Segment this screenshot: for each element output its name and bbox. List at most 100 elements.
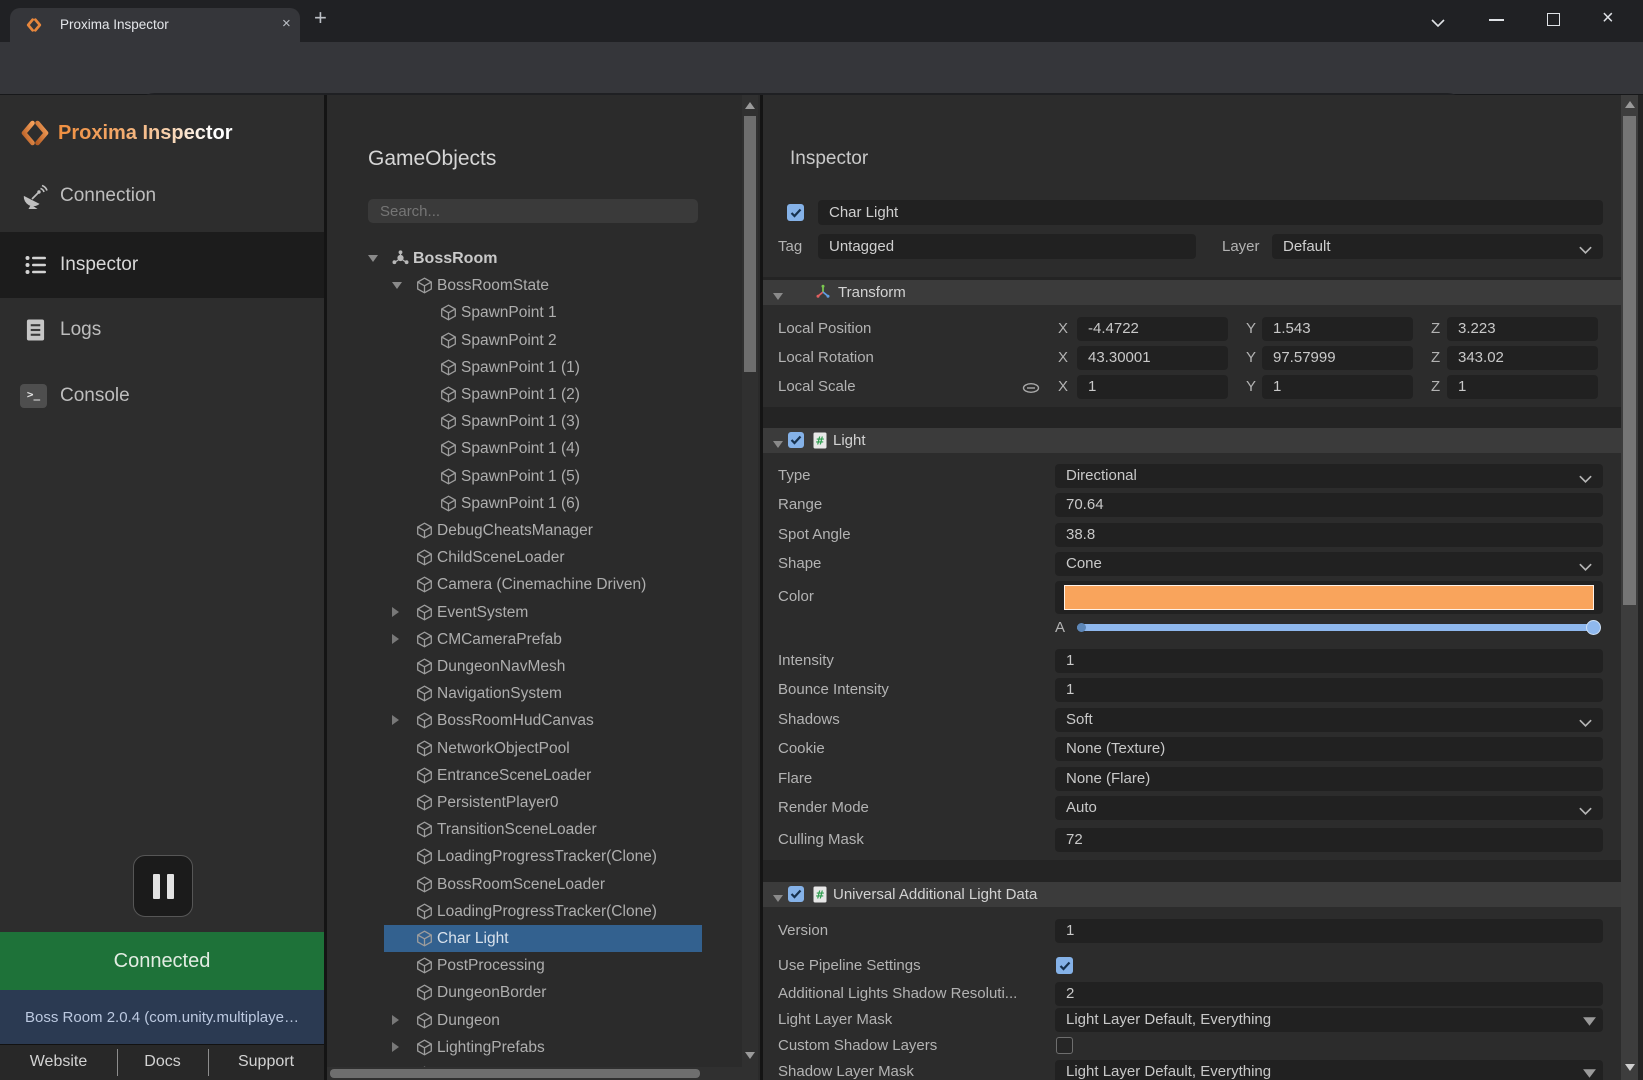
type-dropdown[interactable]: Directional [1055,464,1603,488]
tree-item-spawnpoint-2[interactable]: SpawnPoint 2 [327,327,760,354]
tree-item-char-light[interactable]: Char Light [327,925,760,952]
alpha-slider-thumb[interactable] [1586,620,1601,635]
tree-item-debugcheatsmanager[interactable]: DebugCheatsManager [327,517,760,544]
tree-item-dungeonborder[interactable]: DungeonBorder [327,979,760,1006]
collapse-arrow-icon[interactable] [368,255,378,262]
tree-item-dungeonnavmesh[interactable]: DungeonNavMesh [327,653,760,680]
tree-item-transitionsceneloader[interactable]: TransitionSceneLoader [327,816,760,843]
tab-close-icon[interactable]: × [282,15,291,32]
local-scale-x-input[interactable]: 1 [1077,375,1228,399]
custom-shadow-layers-checkbox[interactable] [1056,1037,1073,1054]
range-field[interactable]: 70.64 [1055,493,1603,517]
tree-item-childsceneloader[interactable]: ChildSceneLoader [327,544,760,571]
shadow-layer-mask-dropdown[interactable]: Light Layer Default, Everything [1055,1060,1603,1080]
spot-angle-field[interactable]: 38.8 [1055,523,1603,547]
window-close-icon[interactable]: × [1602,7,1614,30]
window-minimize-icon[interactable] [1489,19,1504,21]
version-field[interactable]: 1 [1055,919,1603,943]
tree-item-bossroomstate[interactable]: BossRoomState [327,272,760,299]
use-pipeline-settings-checkbox[interactable] [1056,957,1073,974]
tree-item-spawnpoint-1-2[interactable]: SpawnPoint 1 (2) [327,381,760,408]
new-tab-icon[interactable]: + [314,5,327,31]
footer-link-docs[interactable]: Docs [117,1044,208,1080]
sidebar-item-inspector[interactable]: Inspector [0,232,324,298]
object-enabled-checkbox[interactable] [787,204,804,221]
component-header-transform[interactable]: Transform [763,280,1621,305]
tree-scroll-up-icon[interactable] [745,102,755,109]
bounce-intensity-field[interactable]: 1 [1055,678,1603,702]
tree-item-bossroomhudcanvas[interactable]: BossRoomHudCanvas [327,707,760,734]
tree-scrollbar-thumb[interactable] [744,116,756,372]
tree-scroll-down-icon[interactable] [745,1052,755,1059]
local-position-x-input[interactable]: -4.4722 [1077,317,1228,341]
tree-item-spawnpoint-1[interactable]: SpawnPoint 1 [327,299,760,326]
tree-item-camera-cinemachine-driven[interactable]: Camera (Cinemachine Driven) [327,571,760,598]
expand-arrow-icon[interactable] [392,715,399,725]
tree-item-loadingprogresstracker-clone[interactable]: LoadingProgressTracker(Clone) [327,843,760,870]
sidebar-item-logs[interactable]: Logs [0,302,324,360]
footer-link-support[interactable]: Support [208,1044,324,1080]
local-position-y-input[interactable]: 1.543 [1262,317,1413,341]
expand-arrow-icon[interactable] [392,1042,399,1052]
tree-item-navigationsystem[interactable]: NavigationSystem [327,680,760,707]
tree-item-dungeon[interactable]: Dungeon [327,1007,760,1034]
light-layer-mask-dropdown[interactable]: Light Layer Default, Everything [1055,1008,1603,1032]
local-rotation-y-input[interactable]: 97.57999 [1262,346,1413,370]
object-name-field[interactable]: Char Light [818,200,1603,225]
tree-item-bossroom[interactable]: BossRoom [327,245,760,272]
expand-arrow-icon[interactable] [392,634,399,644]
component-enabled-checkbox[interactable] [788,432,804,448]
cookie-field[interactable]: None (Texture) [1055,737,1603,761]
component-header-universal-additional-light-data[interactable]: #Universal Additional Light Data [763,882,1621,907]
footer-link-website[interactable]: Website [0,1044,117,1080]
window-maximize-icon[interactable] [1547,13,1560,26]
tree-item-lightingprefabs[interactable]: LightingPrefabs [327,1034,760,1061]
sidebar-item-connection[interactable]: Connection [0,168,324,226]
tree-item-eventsystem[interactable]: EventSystem [327,599,760,626]
expand-arrow-icon[interactable] [392,607,399,617]
shadows-dropdown[interactable]: Soft [1055,708,1603,732]
shape-dropdown[interactable]: Cone [1055,552,1603,576]
tree-item-persistentplayer0[interactable]: PersistentPlayer0 [327,789,760,816]
page-scroll-up-icon[interactable] [1625,101,1635,108]
tree-item-entrancesceneloader[interactable]: EntranceSceneLoader [327,762,760,789]
search-input[interactable] [368,199,698,223]
intensity-field[interactable]: 1 [1055,649,1603,673]
local-scale-y-input[interactable]: 1 [1262,375,1413,399]
collapse-arrow-icon[interactable] [772,436,784,454]
additional-lights-shadow-resoluti-field[interactable]: 2 [1055,982,1603,1006]
culling-mask-field[interactable]: 72 [1055,828,1603,852]
local-scale-z-input[interactable]: 1 [1447,375,1598,399]
collapse-arrow-icon[interactable] [392,282,402,289]
collapse-arrow-icon[interactable] [772,890,784,908]
browser-tab[interactable]: Proxima Inspector × [10,8,300,42]
page-scroll-down-icon[interactable] [1625,1064,1635,1071]
component-enabled-checkbox[interactable] [788,886,804,902]
tree-item-spawnpoint-1-1[interactable]: SpawnPoint 1 (1) [327,354,760,381]
scale-link-icon[interactable] [1022,381,1040,399]
tree-item-spawnpoint-1-5[interactable]: SpawnPoint 1 (5) [327,463,760,490]
light-color-swatch[interactable] [1064,585,1594,610]
tree-item-spawnpoint-1-6[interactable]: SpawnPoint 1 (6) [327,490,760,517]
local-rotation-z-input[interactable]: 343.02 [1447,346,1598,370]
tree-item-postprocessing[interactable]: PostProcessing [327,952,760,979]
tree-item-bossroomsceneloader[interactable]: BossRoomSceneLoader [327,871,760,898]
window-chevron-icon[interactable] [1430,15,1446,33]
sidebar-item-console[interactable]: >_ Console [0,368,324,426]
local-rotation-x-input[interactable]: 43.30001 [1077,346,1228,370]
layer-dropdown[interactable]: Default [1272,234,1603,259]
tree-item-spawnpoint-1-3[interactable]: SpawnPoint 1 (3) [327,408,760,435]
render-mode-dropdown[interactable]: Auto [1055,796,1603,820]
tree-item-spawnpoint-1-4[interactable]: SpawnPoint 1 (4) [327,435,760,462]
tree-item-cmcameraprefab[interactable]: CMCameraPrefab [327,626,760,653]
tree-hscrollbar-thumb[interactable] [330,1069,700,1078]
alpha-slider-track[interactable] [1077,624,1598,631]
pause-button[interactable] [133,855,193,917]
tag-field[interactable]: Untagged [818,234,1196,259]
component-header-light[interactable]: #Light [763,428,1621,453]
tree-item-loadingprogresstracker-clone[interactable]: LoadingProgressTracker(Clone) [327,898,760,925]
expand-arrow-icon[interactable] [392,1015,399,1025]
tree-item-networkobjectpool[interactable]: NetworkObjectPool [327,735,760,762]
local-position-z-input[interactable]: 3.223 [1447,317,1598,341]
flare-field[interactable]: None (Flare) [1055,767,1603,791]
